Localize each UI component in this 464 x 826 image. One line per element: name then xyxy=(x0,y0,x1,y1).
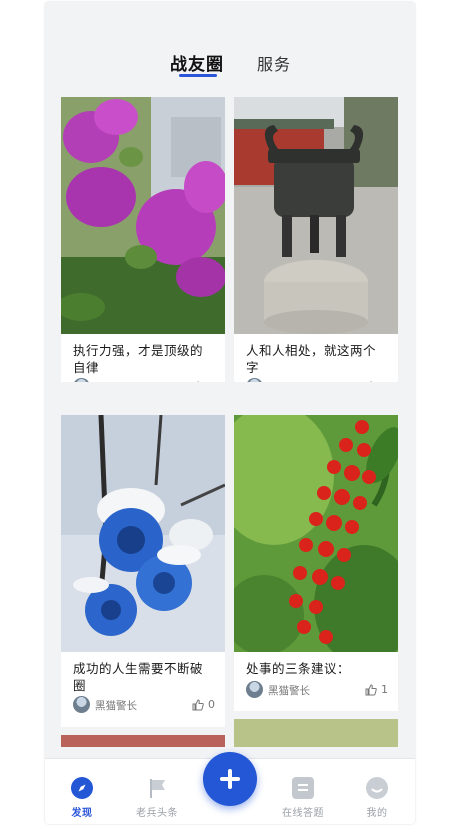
post-card[interactable] xyxy=(234,719,398,747)
phone-screen: 战友圈 服务 执行力强，才是顶级的自律 人和人相处，就这两个字 成功的人生需要不… xyxy=(45,2,415,824)
user-face-icon xyxy=(366,777,388,799)
flag-icon xyxy=(146,777,168,799)
like-count: 0 xyxy=(381,380,388,382)
thumbs-up-icon xyxy=(365,683,377,695)
like-count: 0 xyxy=(208,698,215,711)
thumbs-up-icon xyxy=(370,380,373,382)
post-image xyxy=(61,415,225,652)
post-image xyxy=(234,97,398,334)
author-avatar[interactable] xyxy=(246,681,263,698)
like-button[interactable]: 1 xyxy=(365,683,388,696)
nav-quiz-label: 在线答题 xyxy=(282,808,324,819)
nav-veterans-headlines[interactable]: 老兵头条 xyxy=(127,777,187,819)
tab-service[interactable]: 服务 xyxy=(257,51,291,75)
top-tab-bar: 战友圈 服务 xyxy=(45,50,415,84)
tab-friends-circle[interactable]: 战友圈 xyxy=(170,50,224,75)
like-count: 0 xyxy=(208,380,215,382)
post-title: 人和人相处，就这两个字 xyxy=(246,343,377,375)
nav-veterans-label: 老兵头条 xyxy=(136,808,178,819)
nav-discover-label: 发现 xyxy=(71,808,93,819)
post-meta: 简简单单 0 xyxy=(234,378,398,382)
post-title: 成功的人生需要不断破圈 xyxy=(73,661,204,693)
like-count: 1 xyxy=(381,683,388,696)
post-meta: 黑猫警长 0 xyxy=(61,696,225,716)
author-name[interactable]: 黑猫警长 xyxy=(268,683,310,698)
author-avatar[interactable] xyxy=(73,378,90,382)
author-name[interactable]: 黑猫警长 xyxy=(95,380,137,382)
post-card[interactable]: 人和人相处，就这两个字 简简单单 0 xyxy=(234,97,398,382)
add-post-button[interactable] xyxy=(203,752,257,806)
post-card[interactable]: 执行力强，才是顶级的自律 黑猫警长 0 xyxy=(61,97,225,382)
post-meta: 黑猫警长 0 xyxy=(61,378,225,382)
nav-online-quiz[interactable]: 在线答题 xyxy=(273,777,333,819)
thumbs-up-icon xyxy=(192,698,204,710)
nav-mine[interactable]: 我的 xyxy=(347,777,407,819)
nav-discover[interactable]: 发现 xyxy=(52,777,112,819)
post-feed: 执行力强，才是顶级的自律 黑猫警长 0 xyxy=(45,97,415,747)
active-tab-indicator xyxy=(179,74,217,77)
post-title: 处事的三条建议： xyxy=(246,661,351,676)
document-icon xyxy=(292,777,314,799)
nav-mine-label: 我的 xyxy=(366,808,388,819)
post-image xyxy=(61,97,225,334)
author-avatar[interactable] xyxy=(73,696,90,713)
post-card[interactable]: 处事的三条建议： 黑猫警长 1 xyxy=(234,415,398,711)
post-title: 执行力强，才是顶级的自律 xyxy=(73,343,204,375)
like-button[interactable]: 0 xyxy=(365,380,388,382)
author-name[interactable]: 简简单单 xyxy=(268,380,310,382)
compass-icon xyxy=(71,777,93,799)
like-button[interactable]: 0 xyxy=(192,698,215,711)
thumbs-up-icon xyxy=(197,380,200,382)
post-meta: 黑猫警长 1 xyxy=(234,681,398,701)
post-image xyxy=(234,415,398,652)
post-card[interactable]: 成功的人生需要不断破圈 黑猫警长 0 xyxy=(61,415,225,727)
post-card[interactable] xyxy=(61,735,225,747)
like-button[interactable]: 0 xyxy=(192,380,215,382)
author-avatar[interactable] xyxy=(246,378,263,382)
author-name[interactable]: 黑猫警长 xyxy=(95,698,137,713)
